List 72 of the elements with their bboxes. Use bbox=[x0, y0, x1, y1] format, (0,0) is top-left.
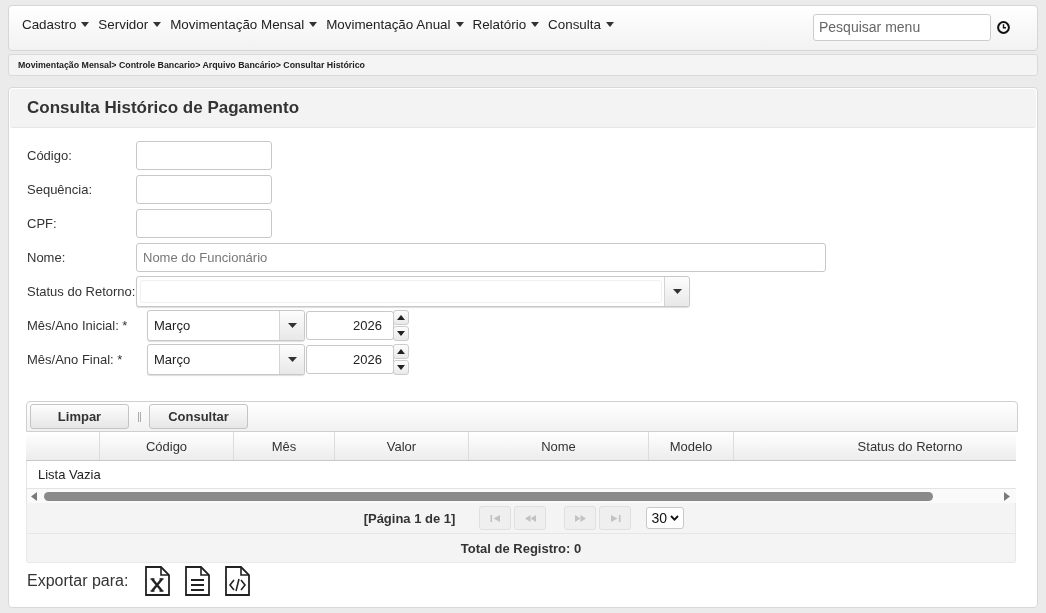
horizontal-scrollbar[interactable] bbox=[26, 489, 1016, 503]
column-header: Status do Retorno bbox=[857, 438, 963, 454]
rewind-icon bbox=[524, 514, 536, 522]
menu-item[interactable]: Movimentação Mensal bbox=[170, 17, 318, 32]
scrollbar-thumb[interactable] bbox=[44, 491, 933, 501]
column-header: Mês bbox=[271, 438, 297, 454]
year-field[interactable]: 2026 bbox=[306, 344, 394, 374]
page-title: Consulta Histórico de Pagamento bbox=[27, 98, 300, 118]
spin-down-button[interactable] bbox=[393, 325, 409, 341]
breadcrumb-text: Movimentação Mensal> Controle Bancario> Arquivo Bancário> Consultar Histórico bbox=[18, 60, 365, 70]
field-label: CPF: bbox=[27, 215, 58, 231]
menu-item[interactable]: Consulta bbox=[548, 17, 614, 32]
skip-back-icon bbox=[489, 514, 501, 522]
input-field[interactable]: Nome do Funcionário bbox=[136, 242, 826, 272]
spin-down-button[interactable] bbox=[393, 359, 409, 375]
toolbar-button[interactable]: Limpar bbox=[30, 404, 129, 429]
toolbar-button[interactable]: Consultar bbox=[149, 404, 248, 429]
total-count: Total de Registro: 0 bbox=[460, 540, 582, 556]
x-file-icon[interactable] bbox=[145, 566, 171, 596]
column-header: Modelo bbox=[669, 438, 713, 454]
page-indicator: [Página 1 de 1] bbox=[363, 510, 456, 526]
caret-icon bbox=[531, 22, 540, 27]
caret-icon bbox=[287, 356, 297, 362]
column-header: Código bbox=[145, 438, 188, 454]
caret-up-icon bbox=[397, 348, 405, 354]
chevron-down-icon bbox=[669, 515, 679, 521]
column-header: Nome bbox=[541, 438, 576, 454]
caret-icon bbox=[455, 22, 464, 27]
caret-icon bbox=[397, 330, 405, 336]
menu-item[interactable]: Relatório bbox=[472, 17, 540, 32]
caret-icon bbox=[153, 22, 162, 27]
field-label: Código: bbox=[27, 147, 73, 163]
search-field[interactable]: Pesquisar menu bbox=[813, 13, 991, 41]
dropdown-button[interactable] bbox=[279, 344, 304, 374]
year-field[interactable]: 2026 bbox=[306, 310, 394, 340]
menu-item[interactable]: Servidor bbox=[98, 17, 162, 32]
field-label: Mês/Ano Final: * bbox=[27, 351, 124, 367]
field-label: Nome: bbox=[27, 249, 67, 265]
month-select[interactable]: Março bbox=[147, 309, 305, 341]
arrow-right-icon[interactable] bbox=[1004, 491, 1010, 501]
input-field[interactable] bbox=[136, 174, 272, 204]
input-field[interactable] bbox=[136, 208, 272, 238]
arrow-left-icon[interactable] bbox=[31, 491, 37, 501]
menu-item[interactable]: Movimentação Anual bbox=[326, 17, 464, 32]
column-header: Valor bbox=[386, 438, 417, 454]
caret-icon bbox=[309, 22, 318, 27]
input-field[interactable] bbox=[136, 140, 272, 170]
text-file-icon[interactable] bbox=[185, 566, 211, 596]
clock-icon[interactable] bbox=[997, 20, 1010, 34]
grip-icon bbox=[138, 411, 141, 422]
caret-icon bbox=[397, 364, 405, 370]
dropdown-button[interactable] bbox=[279, 310, 304, 340]
caret-icon bbox=[287, 322, 297, 328]
page-size-select[interactable]: 30 bbox=[646, 507, 685, 529]
caret-icon bbox=[672, 288, 682, 294]
empty-message: Lista Vazia bbox=[38, 467, 101, 482]
field-label: Sequência: bbox=[27, 181, 94, 197]
export-label: Exportar para: bbox=[27, 572, 129, 590]
spin-up-button[interactable] bbox=[393, 309, 409, 325]
field-label: Mês/Ano Inicial: * bbox=[27, 317, 129, 333]
dropdown-field[interactable] bbox=[136, 275, 690, 307]
caret-up-icon bbox=[397, 314, 405, 320]
caret-icon bbox=[605, 22, 614, 27]
code-file-icon[interactable] bbox=[225, 566, 251, 596]
menu-item[interactable]: Cadastro bbox=[22, 17, 90, 32]
skip-forward-icon bbox=[609, 514, 621, 522]
spin-up-button[interactable] bbox=[393, 343, 409, 359]
fast-forward-icon bbox=[574, 514, 586, 522]
month-select[interactable]: Março bbox=[147, 343, 305, 375]
dropdown-button[interactable] bbox=[664, 276, 689, 306]
caret-icon bbox=[81, 22, 90, 27]
field-label: Status do Retorno: bbox=[27, 283, 136, 299]
